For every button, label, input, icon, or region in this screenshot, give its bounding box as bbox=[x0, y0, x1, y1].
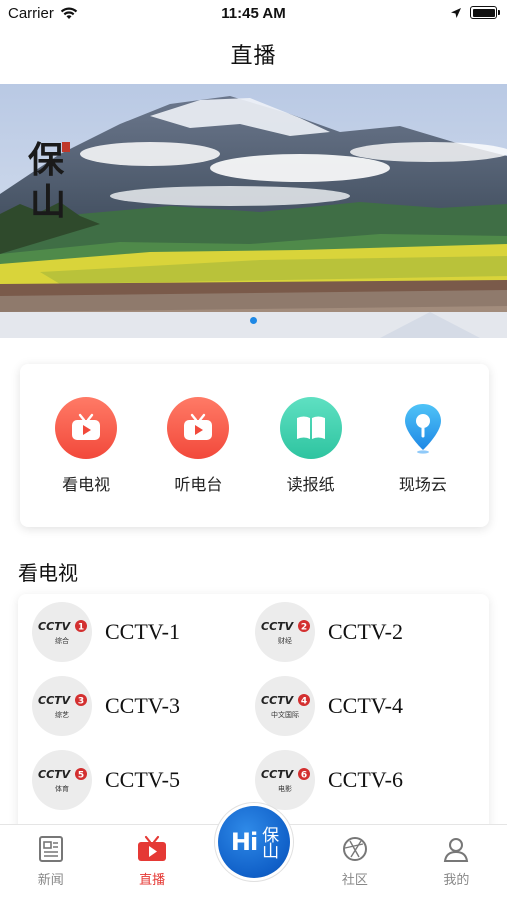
channel-name: CCTV-5 bbox=[105, 767, 180, 792]
channel-item-cctv3[interactable]: CCTV 3 综艺 CCTV-3 bbox=[32, 676, 255, 736]
tab-news[interactable]: 新闻 bbox=[0, 825, 101, 900]
news-icon bbox=[38, 836, 63, 862]
channel-name: CCTV-3 bbox=[105, 693, 180, 718]
channel-grid: CCTV 1 综合 CCTV-1 CCTV 2 财经 CCTV-2 CCTV 3… bbox=[32, 602, 478, 810]
channel-name: CCTV-1 bbox=[105, 619, 180, 644]
channel-name: CCTV-4 bbox=[328, 693, 403, 718]
banner-carousel[interactable]: 保山 bbox=[0, 84, 507, 338]
hi-calligraphy: 保山 bbox=[258, 826, 279, 858]
svg-text:综艺: 综艺 bbox=[55, 710, 69, 719]
carousel-dot-active[interactable] bbox=[250, 317, 257, 324]
svg-text:CCTV: CCTV bbox=[38, 768, 72, 781]
community-icon bbox=[342, 837, 367, 861]
cctv-logo-icon: CCTV 2 财经 bbox=[255, 602, 315, 662]
svg-text:CCTV: CCTV bbox=[38, 694, 72, 707]
quick-entry-newspaper-label: 读报纸 bbox=[286, 476, 335, 494]
page-title: 直播 bbox=[230, 43, 277, 68]
hi-logo-icon: Hi 保山 bbox=[217, 806, 290, 878]
quick-entry-card: 看电视 听电台 读报纸 现场云 bbox=[20, 364, 489, 527]
tab-bar: 新闻 直播 Hi 保山 社区 我的 bbox=[0, 803, 507, 900]
cctv-logo-icon: CCTV 4 中文国际 bbox=[255, 676, 315, 736]
quick-entry-tv[interactable]: 看电视 bbox=[36, 396, 136, 495]
quick-entry-live-cloud-label: 现场云 bbox=[398, 476, 447, 494]
svg-text:4: 4 bbox=[301, 697, 307, 707]
tab-live-label: 直播 bbox=[139, 872, 166, 887]
hi-button-text: Hi bbox=[230, 828, 258, 856]
channel-item-cctv6[interactable]: CCTV 6 电影 CCTV-6 bbox=[255, 750, 478, 810]
svg-text:3: 3 bbox=[78, 697, 84, 707]
section-title-tv: 看电视 bbox=[18, 563, 78, 585]
cctv-logo-icon: CCTV 3 综艺 bbox=[32, 676, 92, 736]
tab-profile[interactable]: 我的 bbox=[406, 825, 507, 900]
svg-text:CCTV: CCTV bbox=[38, 620, 72, 633]
svg-text:2: 2 bbox=[301, 623, 307, 633]
tab-community[interactable]: 社区 bbox=[304, 825, 405, 900]
banner-image: 保山 bbox=[0, 84, 507, 338]
status-time: 11:45 AM bbox=[221, 5, 286, 22]
svg-text:6: 6 bbox=[301, 771, 307, 781]
cctv-logo-icon: CCTV 1 综合 bbox=[32, 602, 92, 662]
svg-text:体育: 体育 bbox=[55, 784, 69, 793]
channel-name: CCTV-2 bbox=[328, 619, 403, 644]
cctv-logo-icon: CCTV 6 电影 bbox=[255, 750, 315, 810]
quick-entry-newspaper[interactable]: 读报纸 bbox=[261, 396, 361, 495]
svg-text:电影: 电影 bbox=[278, 784, 292, 793]
quick-entry-radio-label: 听电台 bbox=[174, 476, 223, 494]
status-right bbox=[450, 6, 500, 19]
channel-list-card: CCTV 1 综合 CCTV-1 CCTV 2 财经 CCTV-2 CCTV 3… bbox=[18, 594, 489, 834]
tab-news-label: 新闻 bbox=[37, 872, 64, 887]
location-pin-icon bbox=[392, 397, 454, 459]
cctv-logo-icon: CCTV 5 体育 bbox=[32, 750, 92, 810]
svg-text:CCTV: CCTV bbox=[261, 768, 295, 781]
status-bar: Carrier 11:45 AM bbox=[0, 0, 507, 30]
channel-item-cctv1[interactable]: CCTV 1 综合 CCTV-1 bbox=[32, 602, 255, 662]
svg-text:CCTV: CCTV bbox=[261, 620, 295, 633]
quick-entry-live-cloud[interactable]: 现场云 bbox=[373, 397, 473, 495]
location-arrow-icon bbox=[451, 7, 461, 18]
profile-icon bbox=[444, 838, 469, 862]
tv-icon bbox=[55, 396, 118, 459]
svg-text:CCTV: CCTV bbox=[261, 694, 295, 707]
tab-community-label: 社区 bbox=[341, 872, 368, 887]
banner-calligraphy: 保山 bbox=[28, 139, 66, 223]
hi-center-button[interactable]: Hi 保山 bbox=[214, 803, 293, 881]
svg-text:综合: 综合 bbox=[55, 636, 69, 645]
svg-text:财经: 财经 bbox=[278, 636, 292, 645]
tab-profile-label: 我的 bbox=[443, 872, 470, 887]
carousel-indicator bbox=[0, 317, 507, 324]
channel-item-cctv4[interactable]: CCTV 4 中文国际 CCTV-4 bbox=[255, 676, 478, 736]
svg-text:1: 1 bbox=[78, 623, 84, 633]
tab-live[interactable]: 直播 bbox=[101, 825, 202, 900]
live-tv-icon bbox=[138, 835, 167, 861]
quick-entry-radio[interactable]: 听电台 bbox=[148, 396, 248, 495]
quick-entry-tv-label: 看电视 bbox=[62, 476, 111, 494]
tab-center: Hi 保山 bbox=[203, 803, 304, 900]
radio-tv-icon bbox=[167, 396, 230, 459]
channel-name: CCTV-6 bbox=[328, 767, 403, 792]
battery-icon bbox=[470, 6, 500, 19]
svg-text:中文国际: 中文国际 bbox=[271, 710, 299, 719]
svg-text:5: 5 bbox=[78, 771, 84, 781]
channel-item-cctv2[interactable]: CCTV 2 财经 CCTV-2 bbox=[255, 602, 478, 662]
channel-item-cctv5[interactable]: CCTV 5 体育 CCTV-5 bbox=[32, 750, 255, 810]
book-icon bbox=[279, 396, 342, 459]
